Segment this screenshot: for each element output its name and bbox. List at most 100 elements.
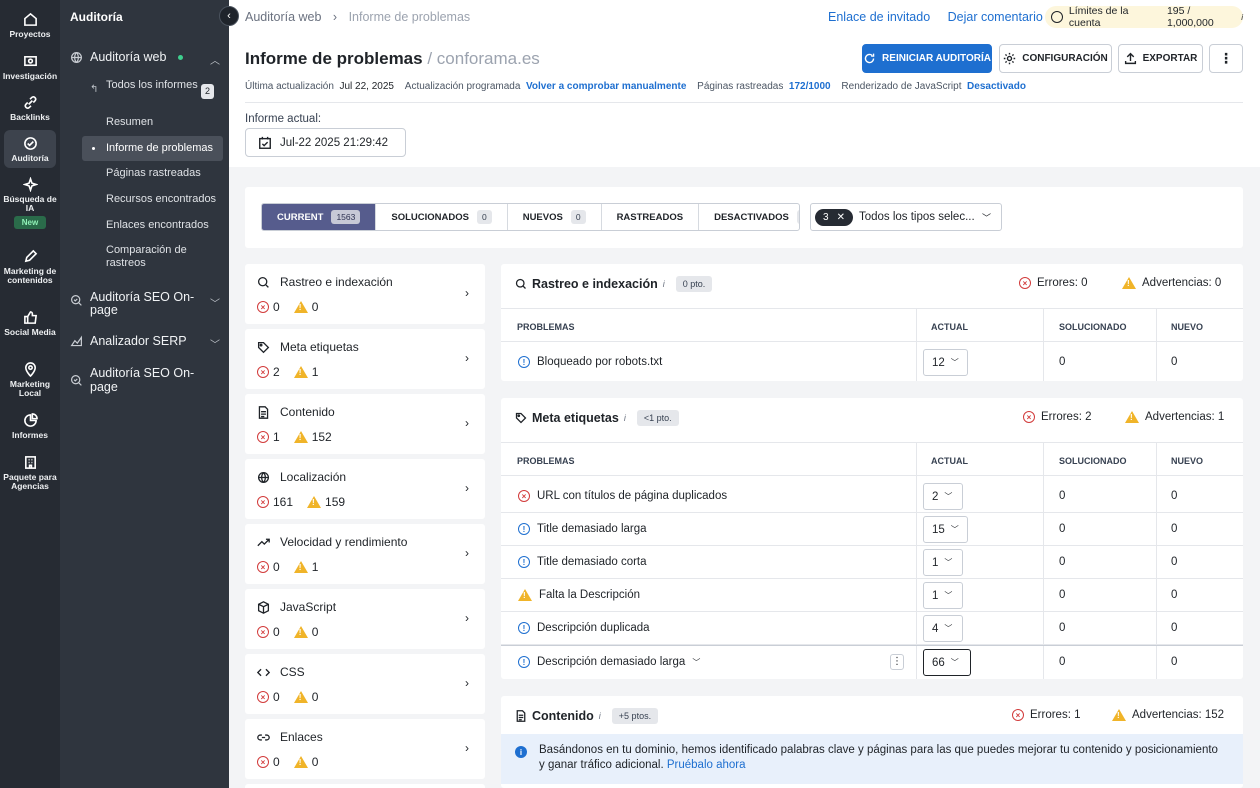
export-button[interactable]: EXPORTAR [1118, 44, 1203, 73]
nav-group-analizador-serp[interactable]: Analizador SERP ﹀ [70, 334, 220, 351]
rail-item-auditoria[interactable]: Auditoría [4, 130, 56, 168]
crawled-link[interactable]: 172/1000 [789, 81, 831, 92]
config-button[interactable]: CONFIGURACIÓN [999, 44, 1112, 73]
section-errors: × Errores: 1 [1012, 709, 1081, 721]
pie-icon [23, 413, 38, 427]
pin-icon [24, 362, 36, 377]
category-card-javascript[interactable]: JavaScript × 0 0 › [245, 589, 485, 649]
restart-audit-button[interactable]: REINICIAR AUDITORÍA [862, 44, 992, 73]
table-row[interactable]: ! Title demasiado larga 15 ﹀ 0 0 [501, 513, 1243, 546]
tab-desactivados[interactable]: DESACTIVADOS 0 [699, 204, 799, 230]
collapse-nav-button[interactable]: ‹ [219, 6, 239, 26]
banner-text: Basándonos en tu dominio, hemos identifi… [539, 744, 1218, 771]
current-count-select[interactable]: 12 ﹀ [923, 349, 968, 376]
current-count-select[interactable]: 4 ﹀ [923, 615, 963, 642]
info-superscript-icon[interactable]: i [599, 711, 601, 721]
info-superscript-icon[interactable]: i [663, 279, 665, 289]
try-now-link[interactable]: Pruébalo ahora [667, 759, 746, 771]
table-row[interactable]: × URL con títulos de página duplicados 2 ﹀… [501, 480, 1243, 513]
table-row[interactable]: ! Title demasiado corta 1 ﹀ 0 0 [501, 546, 1243, 579]
category-card-contenido[interactable]: Contenido × 1 152 › [245, 394, 485, 454]
issue-name: Descripción demasiado larga [537, 656, 686, 668]
category-name: Rastreo e indexación [280, 275, 393, 289]
nav-item-paginas-rastreadas[interactable]: Páginas rastreadas [106, 167, 221, 180]
category-card-enlaces[interactable]: Enlaces × 0 0 › [245, 719, 485, 779]
warnings-label: Advertencias: 1 [1145, 411, 1225, 423]
current-count-select[interactable]: 1 ﹀ [923, 549, 963, 576]
tab-current[interactable]: CURRENT 1563 [262, 204, 377, 230]
close-icon[interactable]: ✕ [837, 212, 845, 223]
nav-item-resumen[interactable]: Resumen [106, 116, 221, 129]
js-render-link[interactable]: Desactivado [967, 81, 1026, 92]
category-card-rastreo[interactable]: Rastreo e indexación × 0 0 › [245, 264, 485, 324]
tab-solucionados[interactable]: SOLUCIONADOS 0 [376, 204, 508, 230]
fixed-count: 0 [1059, 556, 1066, 568]
nav-item-todos-informes[interactable]: Todos los informes 2 [106, 79, 221, 99]
chevron-down-icon[interactable]: ﹀ [692, 657, 700, 668]
rail-item-backlinks[interactable]: Backlinks [0, 95, 60, 122]
chevron-right-icon: › [465, 286, 469, 300]
rail-item-proyectos[interactable]: Proyectos [0, 12, 60, 39]
issue-name: Descripción duplicada [537, 622, 650, 634]
tab-nuevos[interactable]: NUEVOS 0 [508, 204, 602, 230]
rail-item-busqueda-ia[interactable]: Búsqueda de IA New [0, 177, 60, 229]
more-options-button[interactable]: ⋮ [1209, 44, 1243, 73]
status-tabs: CURRENT 1563 SOLUCIONADOS 0 NUEVOS 0 RASTRE… [261, 203, 800, 231]
invite-link[interactable]: Enlace de invitado [828, 10, 930, 24]
button-label: CONFIGURACIÓN [1022, 53, 1108, 64]
category-card-meta[interactable]: Meta etiquetas × 2 1 › [245, 329, 485, 389]
meta-label: Renderizado de JavaScript [841, 81, 962, 92]
account-limits[interactable]: Límites de la cuenta 195 / 1,000,000 i [1045, 5, 1244, 29]
info-superscript-icon[interactable]: i [624, 413, 626, 423]
report-date-picker[interactable]: Jul-22 2025 21:29:42 [245, 128, 406, 157]
category-card-localizacion[interactable]: Localización × 161 159 › [245, 459, 485, 519]
nav-item-recursos-encontrados[interactable]: Recursos encontrados [106, 193, 221, 206]
current-count-select[interactable]: 66 ﹀ [923, 649, 971, 676]
current-count-select[interactable]: 1 ﹀ [923, 582, 963, 609]
rail-item-informes[interactable]: Informes [0, 413, 60, 440]
rail-item-marketing-local[interactable]: Marketing Local [0, 362, 60, 398]
info-superscript-icon: i [1241, 12, 1244, 22]
thumb-icon [23, 311, 37, 324]
count-badge: 2 [201, 84, 215, 99]
category-card-css[interactable]: CSS × 0 0 › [245, 654, 485, 714]
rail-item-investigacion[interactable]: Investigación [0, 54, 60, 81]
warning-icon [1125, 411, 1139, 423]
nav-group-auditoria-web[interactable]: Auditoría web ︿ [70, 50, 220, 67]
table-row[interactable]: ! Descripción duplicada 4 ﹀ 0 0 [501, 612, 1243, 645]
chevron-right-icon: › [465, 351, 469, 365]
nav-group-seo-onpage[interactable]: Auditoría SEO On-page ﹀ [70, 291, 220, 317]
tab-count: 0 [570, 210, 586, 224]
nav-title: Auditoría [70, 10, 123, 24]
recheck-link[interactable]: Volver a comprobar manualmente [526, 81, 686, 92]
breadcrumb-link[interactable]: Auditoría web [245, 10, 321, 24]
table-row[interactable]: ! Bloqueado por robots.txt 12 ﹀ 0 0 [501, 346, 1243, 379]
rail-item-paquete-agencias[interactable]: Paquete para Agencias [0, 455, 60, 491]
icon-rail: Proyectos Investigación Backlinks Audito… [0, 0, 60, 788]
category-card-velocidad[interactable]: Velocidad y rendimiento × 0 1 › [245, 524, 485, 584]
comment-link[interactable]: Dejar comentario [948, 10, 1043, 24]
table-row[interactable]: ! Descripción demasiado larga ﹀ ⋮ 66 ﹀ 0 0 [501, 645, 1243, 678]
error-icon: × [1012, 709, 1024, 721]
rail-label: Búsqueda de IA [3, 194, 57, 213]
current-count-select[interactable]: 15 ﹀ [923, 516, 968, 543]
nav-item-informe-problemas[interactable]: Informe de problemas [82, 136, 223, 161]
table-row[interactable]: Falta la Descripción 1﹀ 0 0 [501, 579, 1243, 612]
nav-group-seo-onpage-2[interactable]: Auditoría SEO On-page [70, 366, 220, 394]
error-icon: × [257, 691, 269, 703]
warning-count: 0 [311, 625, 319, 639]
nav-item-enlaces-encontrados[interactable]: Enlaces encontrados [106, 219, 221, 232]
rail-item-social-media[interactable]: Social Media [0, 310, 60, 337]
rail-item-marketing-contenidos[interactable]: Marketing de contenidos [0, 249, 60, 285]
warning-icon [307, 496, 322, 508]
section-warnings: Advertencias: 152 [1112, 709, 1224, 721]
rail-label: Informes [12, 430, 48, 440]
issue-type-select[interactable]: 3 ✕ Todos los tipos selec... ﹀ [810, 203, 1002, 231]
current-count-select[interactable]: 2 ﹀ [923, 483, 963, 510]
nav-item-comparacion-rastreos[interactable]: Comparación de rastreos [106, 244, 221, 270]
active-dot [92, 147, 95, 150]
row-menu-button[interactable]: ⋮ [890, 654, 904, 670]
new-count: 0 [1171, 656, 1178, 668]
selected-count-pill[interactable]: 3 ✕ [815, 208, 853, 226]
tab-rastreados[interactable]: RASTREADOS [602, 204, 700, 230]
